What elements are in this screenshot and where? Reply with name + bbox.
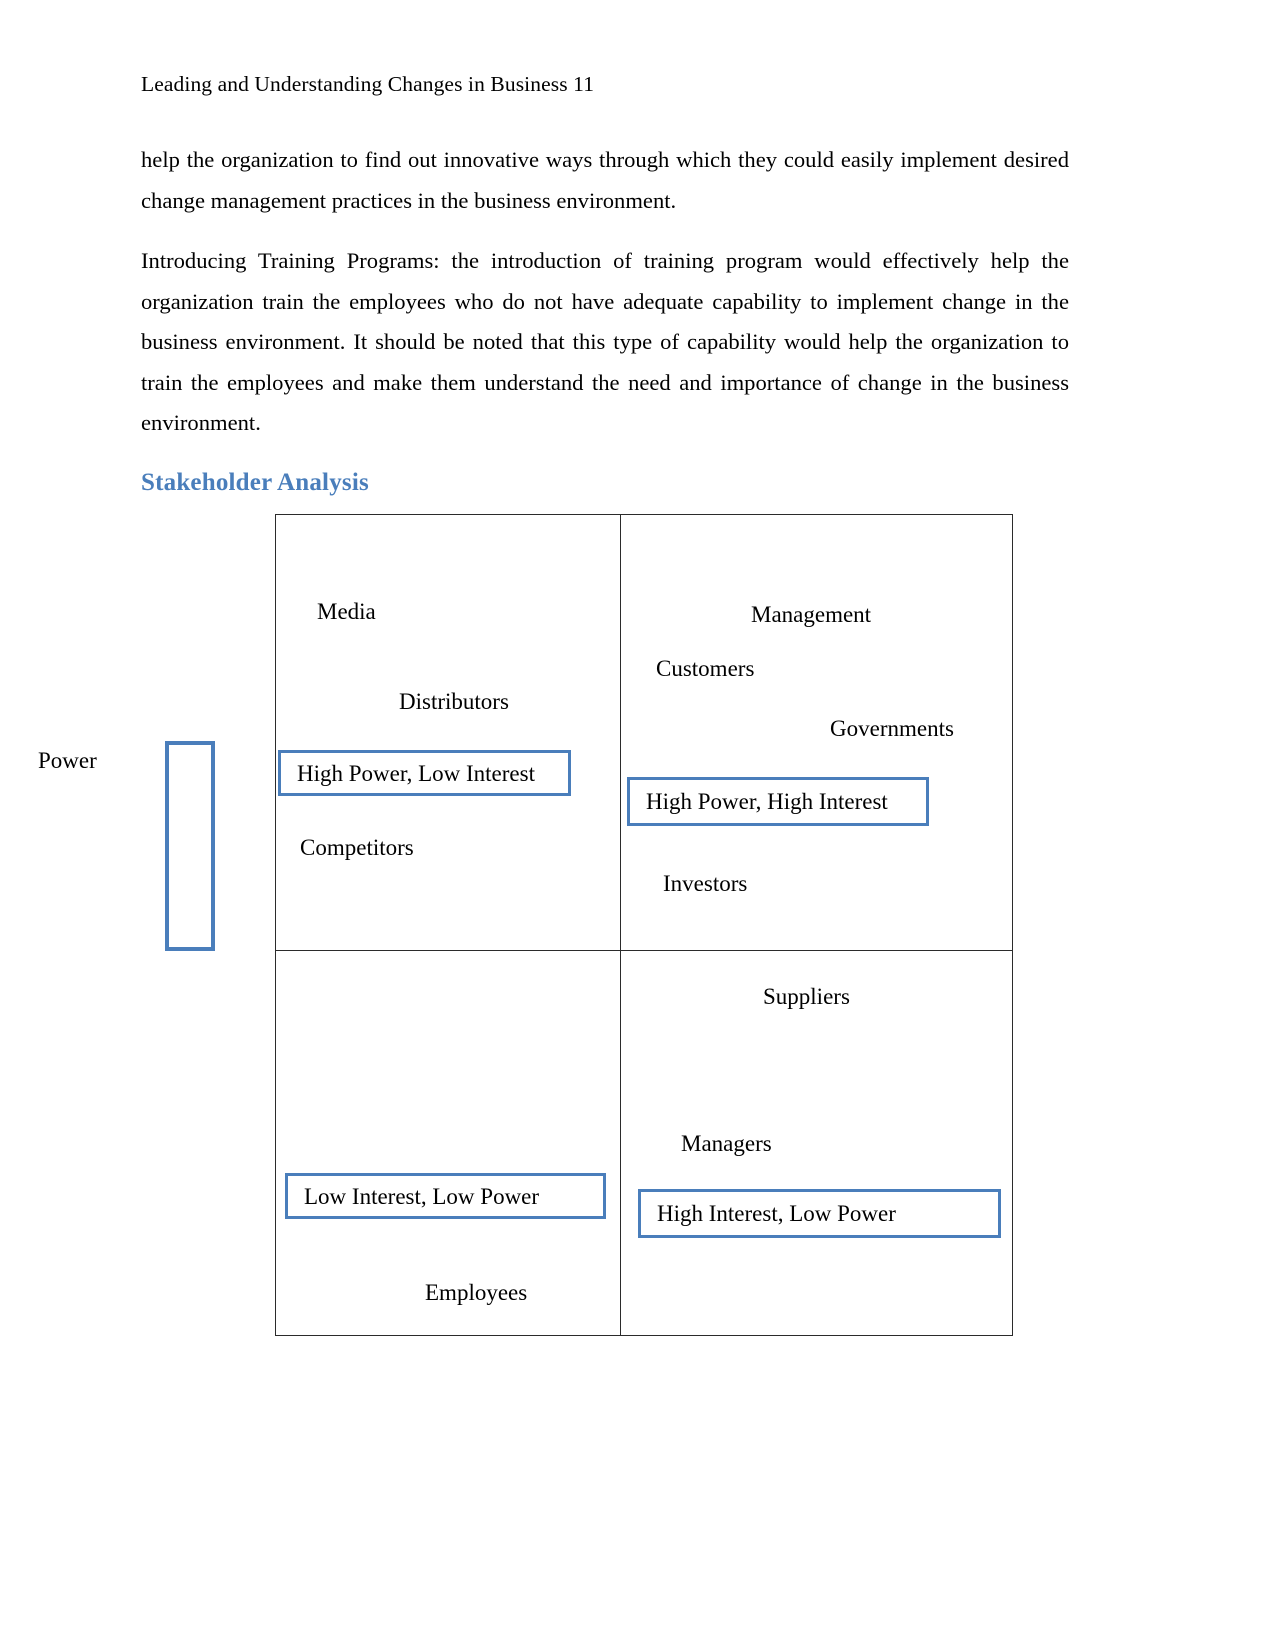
quadrant-caption-high-power-low-interest: High Power, Low Interest [278, 750, 571, 796]
quadrant-caption-high-power-high-interest: High Power, High Interest [627, 777, 929, 826]
document-page: Leading and Understanding Changes in Bus… [0, 0, 1275, 1651]
stakeholder-investors: Investors [663, 871, 748, 896]
stakeholder-governments: Governments [830, 716, 954, 741]
power-axis-bar [165, 741, 215, 951]
quadrant-caption-low-interest-low-power: Low Interest, Low Power [285, 1173, 606, 1219]
power-axis-label: Power [38, 748, 97, 773]
stakeholder-suppliers: Suppliers [763, 984, 850, 1009]
stakeholder-distributors: Distributors [399, 689, 509, 714]
stakeholder-customers: Customers [656, 656, 755, 681]
stakeholder-management: Management [751, 602, 872, 627]
stakeholder-employees: Employees [425, 1280, 528, 1305]
stakeholder-matrix: Media Distributors High Power, Low Inter… [275, 514, 1013, 1336]
page-title: Stakeholder Analysis [141, 469, 369, 496]
quadrant-top-left [275, 514, 621, 951]
body-paragraph-2: Introducing Training Programs: the intro… [141, 248, 1069, 436]
quadrant-caption-high-interest-low-power: High Interest, Low Power [638, 1189, 1001, 1238]
stakeholder-managers: Managers [681, 1131, 772, 1156]
body-paragraph-1: help the organization to find out innova… [141, 147, 1069, 213]
stakeholder-competitors: Competitors [300, 835, 414, 860]
stakeholder-media: Media [317, 599, 376, 624]
running-header: Leading and Understanding Changes in Bus… [141, 72, 595, 96]
